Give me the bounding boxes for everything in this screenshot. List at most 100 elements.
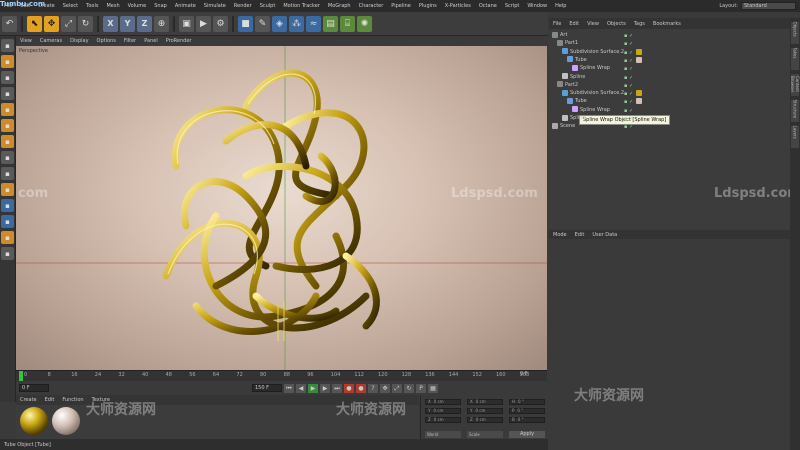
object-menu-bookmarks[interactable]: Bookmarks: [649, 21, 685, 27]
menu-item-tools[interactable]: Tools: [82, 3, 102, 9]
menu-item-octane[interactable]: Octane: [475, 3, 501, 9]
object-menu-edit[interactable]: Edit: [565, 21, 583, 27]
apply-button[interactable]: Apply: [509, 431, 545, 438]
side-tab-structure[interactable]: Structure: [791, 100, 799, 122]
move-icon[interactable]: ✥: [44, 15, 59, 32]
attribute-menu-edit[interactable]: Edit: [571, 232, 589, 238]
side-tab-objects[interactable]: Objects: [791, 22, 799, 44]
viewport-menu-filter[interactable]: Filter: [120, 38, 140, 44]
object-row[interactable]: Subdivision Surface.2 ▪ ✓: [549, 48, 790, 56]
scene-icon[interactable]: ▤: [323, 15, 338, 32]
gold-material-swatch[interactable]: [20, 407, 48, 435]
object-row[interactable]: Art ▪ ✓: [549, 31, 790, 39]
object-row[interactable]: Part2 ▪ ✓: [549, 81, 790, 89]
x-axis-button[interactable]: X: [103, 15, 118, 32]
model-mode-icon[interactable]: ▪: [1, 55, 14, 68]
menu-item-mograph[interactable]: MoGraph: [324, 3, 355, 9]
menu-item-animate[interactable]: Animate: [171, 3, 200, 9]
material-tag-icon[interactable]: [636, 90, 642, 97]
edges-mode-icon[interactable]: ▪: [1, 119, 14, 132]
menu-item-help[interactable]: Help: [551, 3, 570, 9]
object-row[interactable]: Scene ▪ ✓: [549, 122, 790, 130]
menu-item-window[interactable]: Window: [523, 3, 551, 9]
coord-size-select[interactable]: Scale: [467, 431, 503, 438]
menu-item-pipeline[interactable]: Pipeline: [387, 3, 415, 9]
coord-field-p[interactable]: P0 °: [509, 408, 545, 414]
subdivision-icon[interactable]: ◈: [272, 15, 287, 32]
material-tag-icon[interactable]: [636, 48, 642, 55]
menu-item-script[interactable]: Script: [501, 3, 524, 9]
coord-field-z[interactable]: Z0 cm: [425, 417, 461, 423]
undo-icon[interactable]: ↶: [2, 15, 17, 32]
viewport-menu-panel[interactable]: Panel: [140, 38, 162, 44]
goto-start-icon[interactable]: ⏮: [284, 383, 294, 393]
object-row[interactable]: Spline ▪ ✓: [549, 114, 790, 122]
record-icon[interactable]: ●: [344, 383, 354, 393]
visibility-flags[interactable]: ▪ ✓: [624, 123, 633, 131]
end-frame-field[interactable]: 150 F: [252, 384, 282, 392]
render-view-icon[interactable]: ▣: [179, 15, 194, 32]
menu-item-volume[interactable]: Volume: [124, 3, 151, 9]
object-menu-objects[interactable]: Objects: [603, 21, 630, 27]
timeline-ruler[interactable]: 0 8 16 24 32 40 48 56 64 72 80 88 96 104 112 120 128 136 1…: [16, 370, 547, 381]
object-menu-tags[interactable]: Tags: [630, 21, 649, 27]
viewport-menu-display[interactable]: Display: [66, 38, 92, 44]
move-key-icon[interactable]: ✥: [380, 383, 390, 393]
rotate-key-icon[interactable]: ↻: [404, 383, 414, 393]
z-axis-button[interactable]: Z: [137, 15, 152, 32]
menu-item-motion-tracker[interactable]: Motion Tracker: [279, 3, 324, 9]
snap-icon[interactable]: ▪: [1, 183, 14, 196]
scale-key-icon[interactable]: ⤢: [392, 383, 402, 393]
coord-field-x[interactable]: X0 cm: [467, 399, 503, 405]
axis-mode-icon[interactable]: ▪: [1, 151, 14, 164]
points-mode-icon[interactable]: ▪: [1, 103, 14, 116]
menu-item-character[interactable]: Character: [355, 3, 388, 9]
live-select-icon[interactable]: ⬉: [27, 15, 42, 32]
material-menu-create[interactable]: Create: [16, 397, 41, 403]
cube-icon[interactable]: ■: [238, 15, 253, 32]
menu-item-snap[interactable]: Snap: [150, 3, 171, 9]
autokey-icon[interactable]: ●: [356, 383, 366, 393]
layout-select[interactable]: Standard: [741, 2, 796, 10]
side-tab-content-browser[interactable]: Content Browser: [790, 74, 800, 96]
object-menu-view[interactable]: View: [583, 21, 603, 27]
attribute-menu-user-data[interactable]: User Data: [588, 232, 621, 238]
array-icon[interactable]: ⁂: [289, 15, 304, 32]
material-menu-edit[interactable]: Edit: [41, 397, 59, 403]
texture-mode-icon[interactable]: ▪: [1, 71, 14, 84]
deformer-icon[interactable]: ≈: [306, 15, 321, 32]
coord-field-b[interactable]: B0 °: [509, 417, 545, 423]
start-frame-field[interactable]: 0 F: [19, 384, 49, 392]
object-row[interactable]: Spline Wrap ▪ ✓: [549, 106, 790, 114]
lock-icon[interactable]: ▪: [1, 199, 14, 212]
scale-icon[interactable]: ⤢: [61, 15, 76, 32]
viewport[interactable]: Perspective Ldspsd.com com: [16, 46, 547, 370]
workplane-icon[interactable]: ▪: [1, 87, 14, 100]
param-key-icon[interactable]: P: [416, 383, 426, 393]
coord-field-z[interactable]: Z0 cm: [467, 417, 503, 423]
polygons-mode-icon[interactable]: ▪: [1, 135, 14, 148]
side-tab-layers[interactable]: Layers: [791, 126, 799, 148]
coord-field-y[interactable]: Y0 cm: [467, 408, 503, 414]
viewport-menu-cameras[interactable]: Cameras: [36, 38, 66, 44]
menu-item-sculpt[interactable]: Sculpt: [256, 3, 280, 9]
object-row[interactable]: Tube ▪ ✓: [549, 56, 790, 64]
render-icon[interactable]: ▶: [196, 15, 211, 32]
camera-icon[interactable]: ⌸: [340, 15, 355, 32]
next-key-icon[interactable]: ▶: [320, 383, 330, 393]
coordinate-system-icon[interactable]: ⊕: [154, 15, 169, 32]
object-row[interactable]: Spline ▪ ✓: [549, 73, 790, 81]
object-row[interactable]: Tube ▪ ✓: [549, 97, 790, 105]
object-row[interactable]: Subdivision Surface.2 ▪ ✓: [549, 89, 790, 97]
light-icon[interactable]: ✺: [357, 15, 372, 32]
rotate-icon[interactable]: ↻: [78, 15, 93, 32]
render-settings-icon[interactable]: ⚙: [213, 15, 228, 32]
menu-item-mesh[interactable]: Mesh: [102, 3, 123, 9]
pen-icon[interactable]: ✎: [255, 15, 270, 32]
menu-item-render[interactable]: Render: [230, 3, 256, 9]
key-icon[interactable]: ?: [368, 383, 378, 393]
soft-select-icon[interactable]: ▪: [1, 247, 14, 260]
goto-end-icon[interactable]: ⏭: [332, 383, 342, 393]
coord-field-x[interactable]: X0 cm: [425, 399, 461, 405]
coord-field-y[interactable]: Y0 cm: [425, 408, 461, 414]
